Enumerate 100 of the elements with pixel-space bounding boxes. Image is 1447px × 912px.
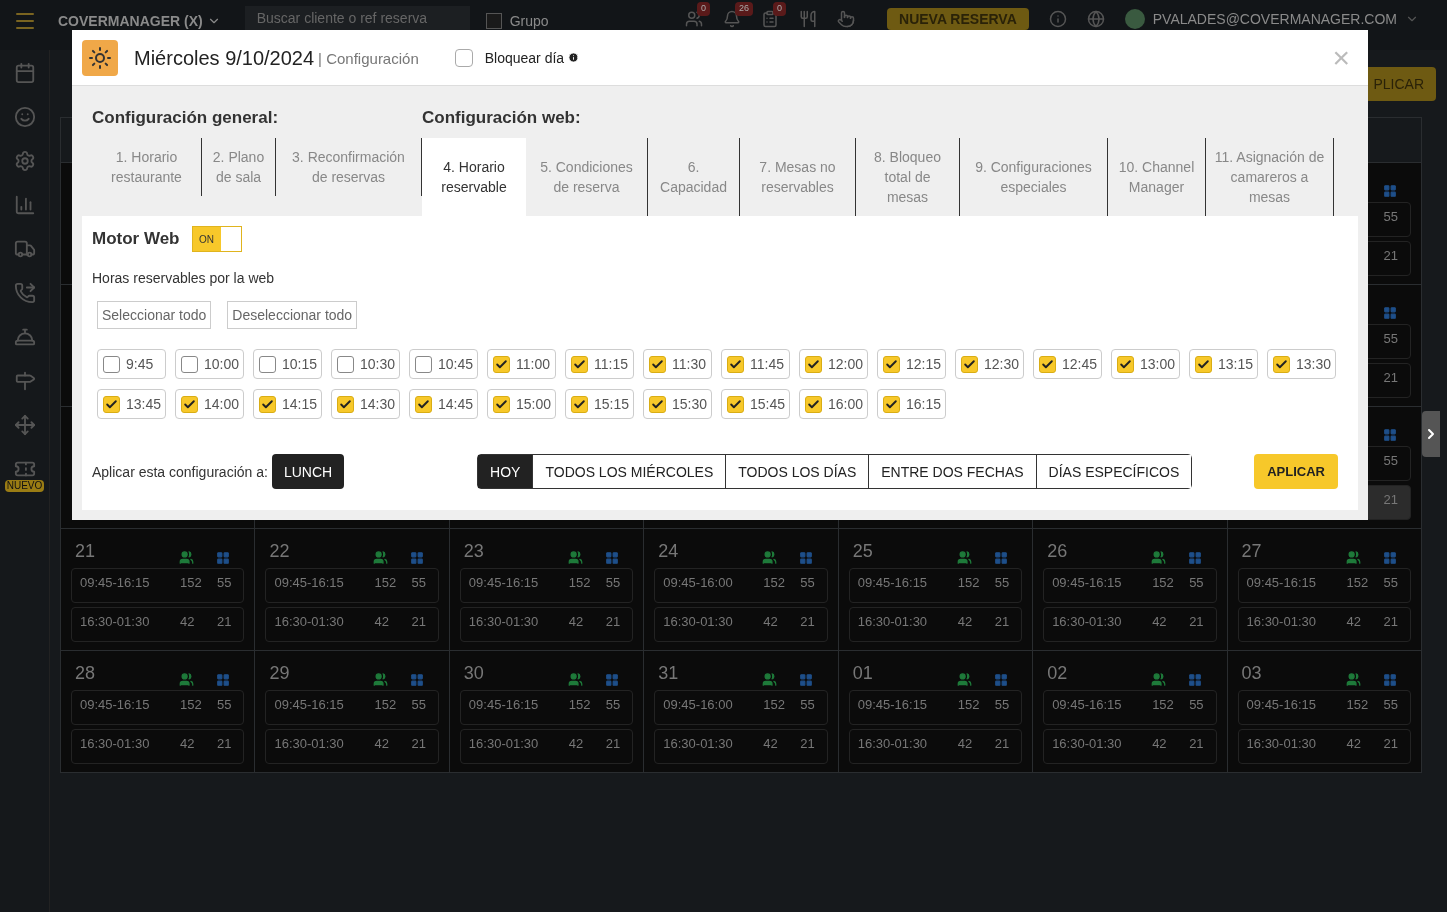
hour-checkbox[interactable] <box>1273 355 1290 373</box>
hour-checkbox[interactable] <box>883 395 900 413</box>
hour-option[interactable]: 15:45 <box>721 389 790 419</box>
hour-checkbox[interactable] <box>571 395 588 413</box>
hour-option[interactable]: 14:15 <box>253 389 322 419</box>
truck-icon[interactable] <box>13 238 36 260</box>
shift-slot[interactable]: 16:30-01:30 42 21 <box>71 729 245 764</box>
hour-checkbox[interactable] <box>649 355 666 373</box>
hour-checkbox[interactable] <box>337 355 354 373</box>
day-cell[interactable]: 26 09:45-16:15 152 55 16:30-01:30 42 21 <box>1033 529 1228 651</box>
hour-checkbox[interactable] <box>1117 355 1134 373</box>
hour-option[interactable]: 11:15 <box>565 349 634 379</box>
config-tab[interactable]: 2. Plano de sala <box>202 138 276 196</box>
shift-slot[interactable]: 09:45-16:00 152 55 <box>654 690 828 725</box>
hour-option[interactable]: 13:30 <box>1267 349 1336 379</box>
hour-option[interactable]: 15:00 <box>487 389 556 419</box>
shift-slot[interactable]: 09:45-16:15 152 55 <box>71 568 245 603</box>
shift-slot[interactable]: 09:45-16:15 152 55 <box>1043 568 1217 603</box>
arrows-icon[interactable] <box>13 414 36 436</box>
hour-checkbox[interactable] <box>415 355 432 373</box>
shift-slot[interactable]: 16:30-01:30 42 21 <box>654 607 828 642</box>
day-cell[interactable]: 21 09:45-16:15 152 55 16:30-01:30 42 21 <box>61 529 256 651</box>
day-cell[interactable]: 22 09:45-16:15 152 55 16:30-01:30 42 21 <box>255 529 450 651</box>
hour-option[interactable]: 12:00 <box>799 349 868 379</box>
scope-option[interactable]: HOY <box>478 455 533 488</box>
shift-button[interactable]: LUNCH <box>271 454 345 489</box>
hour-option[interactable]: 14:00 <box>175 389 244 419</box>
pointer-hand-icon[interactable] <box>837 10 856 28</box>
scope-option[interactable]: DÍAS ESPECÍFICOS <box>1035 455 1192 488</box>
cutlery-icon[interactable] <box>799 10 818 28</box>
shift-slot[interactable]: 16:30-01:30 42 21 <box>265 607 439 642</box>
hour-option[interactable]: 10:45 <box>409 349 478 379</box>
hour-checkbox[interactable] <box>181 355 198 373</box>
shift-slot[interactable]: 09:45-16:15 152 55 <box>1237 568 1411 603</box>
hour-checkbox[interactable] <box>727 355 744 373</box>
hour-option[interactable]: 10:00 <box>175 349 244 379</box>
search-field[interactable]: Buscar cliente o ref reserva <box>244 6 470 30</box>
shift-slot[interactable]: 16:30-01:30 42 21 <box>848 729 1023 764</box>
day-cell[interactable]: 28 09:45-16:15 152 55 16:30-01:30 42 21 <box>61 651 256 773</box>
hour-option[interactable]: 13:00 <box>1111 349 1180 379</box>
deselect-all-button[interactable]: Deseleccionar todo <box>227 301 358 329</box>
shift-slot[interactable]: 16:30-01:30 42 21 <box>1043 729 1217 764</box>
hour-option[interactable]: 15:30 <box>643 389 712 419</box>
hour-option[interactable]: 16:00 <box>799 389 868 419</box>
face-icon[interactable] <box>13 106 36 128</box>
clipboard-icon[interactable] <box>761 10 780 28</box>
shift-slot[interactable]: 16:30-01:30 42 21 <box>1043 607 1217 642</box>
hour-option[interactable]: 14:45 <box>409 389 478 419</box>
day-cell[interactable]: 02 09:45-16:15 152 55 16:30-01:30 42 21 <box>1033 651 1228 773</box>
shift-slot[interactable]: 16:30-01:30 42 21 <box>1237 729 1411 764</box>
hour-option[interactable]: 10:15 <box>253 349 322 379</box>
hour-option[interactable]: 12:30 <box>955 349 1024 379</box>
shift-slot[interactable]: 09:45-16:15 152 55 <box>459 690 634 725</box>
road-icon[interactable] <box>13 370 36 392</box>
select-all-button[interactable]: Seleccionar todo <box>97 301 212 329</box>
cloche-icon[interactable] <box>13 326 36 348</box>
day-cell[interactable]: 31 09:45-16:00 152 55 16:30-01:30 42 21 <box>644 651 839 773</box>
hour-checkbox[interactable] <box>571 355 588 373</box>
shift-slot[interactable]: 16:30-01:30 42 21 <box>459 729 634 764</box>
hour-option[interactable]: 12:45 <box>1033 349 1102 379</box>
hour-checkbox[interactable] <box>727 395 744 413</box>
shift-slot[interactable]: 16:30-01:30 42 21 <box>265 729 439 764</box>
hour-option[interactable]: 16:15 <box>877 389 946 419</box>
day-cell[interactable]: 03 09:45-16:15 152 55 16:30-01:30 42 21 <box>1227 651 1422 773</box>
hour-option[interactable]: 11:45 <box>721 349 790 379</box>
shift-slot[interactable]: 09:45-16:15 152 55 <box>1237 690 1411 725</box>
day-cell[interactable]: 23 09:45-16:15 152 55 16:30-01:30 42 21 <box>449 529 645 651</box>
hour-checkbox[interactable] <box>805 355 822 373</box>
hour-checkbox[interactable] <box>103 355 120 373</box>
hour-checkbox[interactable] <box>181 395 198 413</box>
chart-icon[interactable] <box>13 194 36 216</box>
bell-icon[interactable] <box>723 10 742 28</box>
shift-slot[interactable]: 16:30-01:30 42 21 <box>459 607 634 642</box>
hour-option[interactable]: 10:30 <box>331 349 400 379</box>
hour-checkbox[interactable] <box>103 395 120 413</box>
day-cell[interactable]: 25 09:45-16:15 152 55 16:30-01:30 42 21 <box>838 529 1034 651</box>
day-cell[interactable]: 29 09:45-16:15 152 55 16:30-01:30 42 21 <box>255 651 450 773</box>
settings-icon[interactable] <box>13 150 36 172</box>
next-arrow-button[interactable] <box>1422 411 1440 457</box>
hour-option[interactable]: 15:15 <box>565 389 634 419</box>
block-day-checkbox[interactable] <box>454 48 473 67</box>
hour-option[interactable]: 13:45 <box>97 389 166 419</box>
hour-checkbox[interactable] <box>259 355 276 373</box>
calendar-icon[interactable] <box>13 62 36 84</box>
shift-slot[interactable]: 09:45-16:15 152 55 <box>848 568 1023 603</box>
shift-slot[interactable]: 09:45-16:15 152 55 <box>71 690 245 725</box>
hour-option[interactable]: 11:00 <box>487 349 556 379</box>
hour-checkbox[interactable] <box>1039 355 1056 373</box>
shift-slot[interactable]: 09:45-16:15 152 55 <box>265 568 439 603</box>
shift-slot[interactable]: 09:45-16:15 152 55 <box>459 568 634 603</box>
hour-checkbox[interactable] <box>649 395 666 413</box>
hour-checkbox[interactable] <box>337 395 354 413</box>
phone-icon[interactable] <box>13 282 36 304</box>
config-tab[interactable]: 1. Horario restaurante <box>92 138 202 196</box>
day-cell[interactable]: 24 09:45-16:00 152 55 16:30-01:30 42 21 <box>644 529 839 651</box>
globe-icon[interactable] <box>1086 10 1105 28</box>
shift-slot[interactable]: 09:45-16:00 152 55 <box>654 568 828 603</box>
hour-option[interactable]: 9:45 <box>97 349 166 379</box>
group-checkbox[interactable] <box>485 13 502 29</box>
hour-option[interactable]: 13:15 <box>1189 349 1258 379</box>
